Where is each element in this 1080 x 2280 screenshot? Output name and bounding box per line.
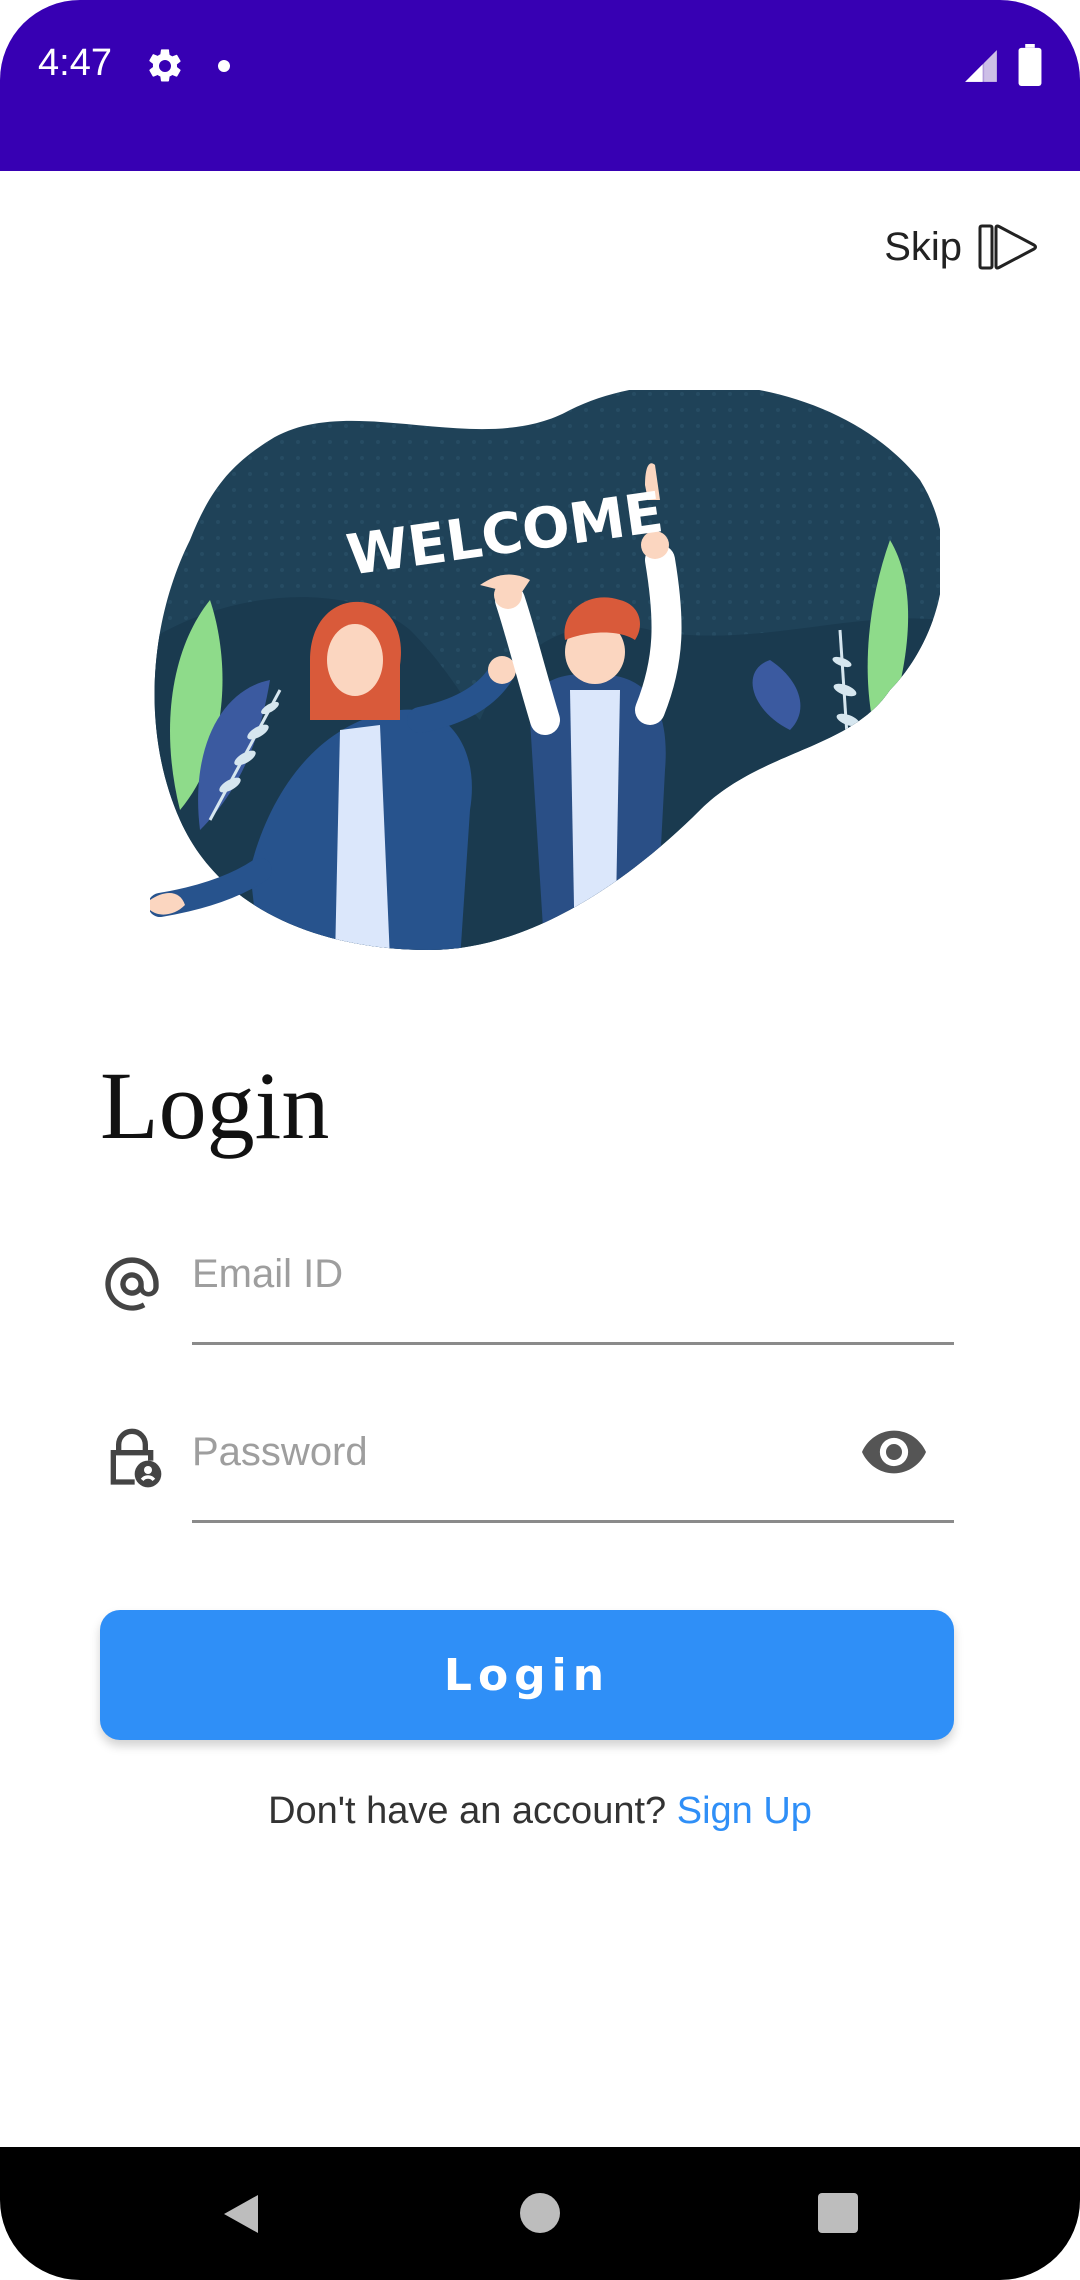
login-button[interactable]: Login <box>100 1610 954 1740</box>
gear-icon <box>149 49 181 82</box>
password-input[interactable] <box>192 1424 832 1480</box>
signup-prompt-line: Don't have an account? Sign Up <box>0 1790 1080 1833</box>
back-icon[interactable] <box>218 2191 262 2237</box>
page-title: Login <box>100 1052 330 1159</box>
email-field-group <box>100 1240 954 1350</box>
email-underline <box>192 1342 954 1345</box>
skip-label: Skip <box>884 224 962 269</box>
password-underline <box>192 1520 954 1523</box>
recents-icon[interactable] <box>818 2193 858 2233</box>
login-screen: 4:47 Skip WELCOME Login Email ID Login D… <box>0 0 1080 2280</box>
password-field-group <box>100 1418 954 1528</box>
notification-dot-icon <box>218 60 230 72</box>
skip-button[interactable]: Skip <box>884 222 1040 272</box>
signup-link[interactable]: Sign Up <box>677 1790 812 1832</box>
eye-icon[interactable] <box>862 1430 926 1474</box>
navigation-bar <box>0 2147 1080 2280</box>
lock-person-icon <box>110 1428 162 1488</box>
status-time: 4:47 <box>38 42 112 84</box>
welcome-illustration: WELCOME <box>150 390 940 950</box>
home-icon[interactable] <box>520 2193 560 2233</box>
signal-icon <box>965 50 997 82</box>
battery-icon <box>1018 44 1042 86</box>
at-icon <box>105 1257 159 1311</box>
signup-prompt: Don't have an account? <box>268 1790 677 1832</box>
skip-forward-icon <box>978 224 1037 270</box>
email-input[interactable] <box>192 1246 954 1302</box>
status-bar: 4:47 <box>0 0 1080 171</box>
